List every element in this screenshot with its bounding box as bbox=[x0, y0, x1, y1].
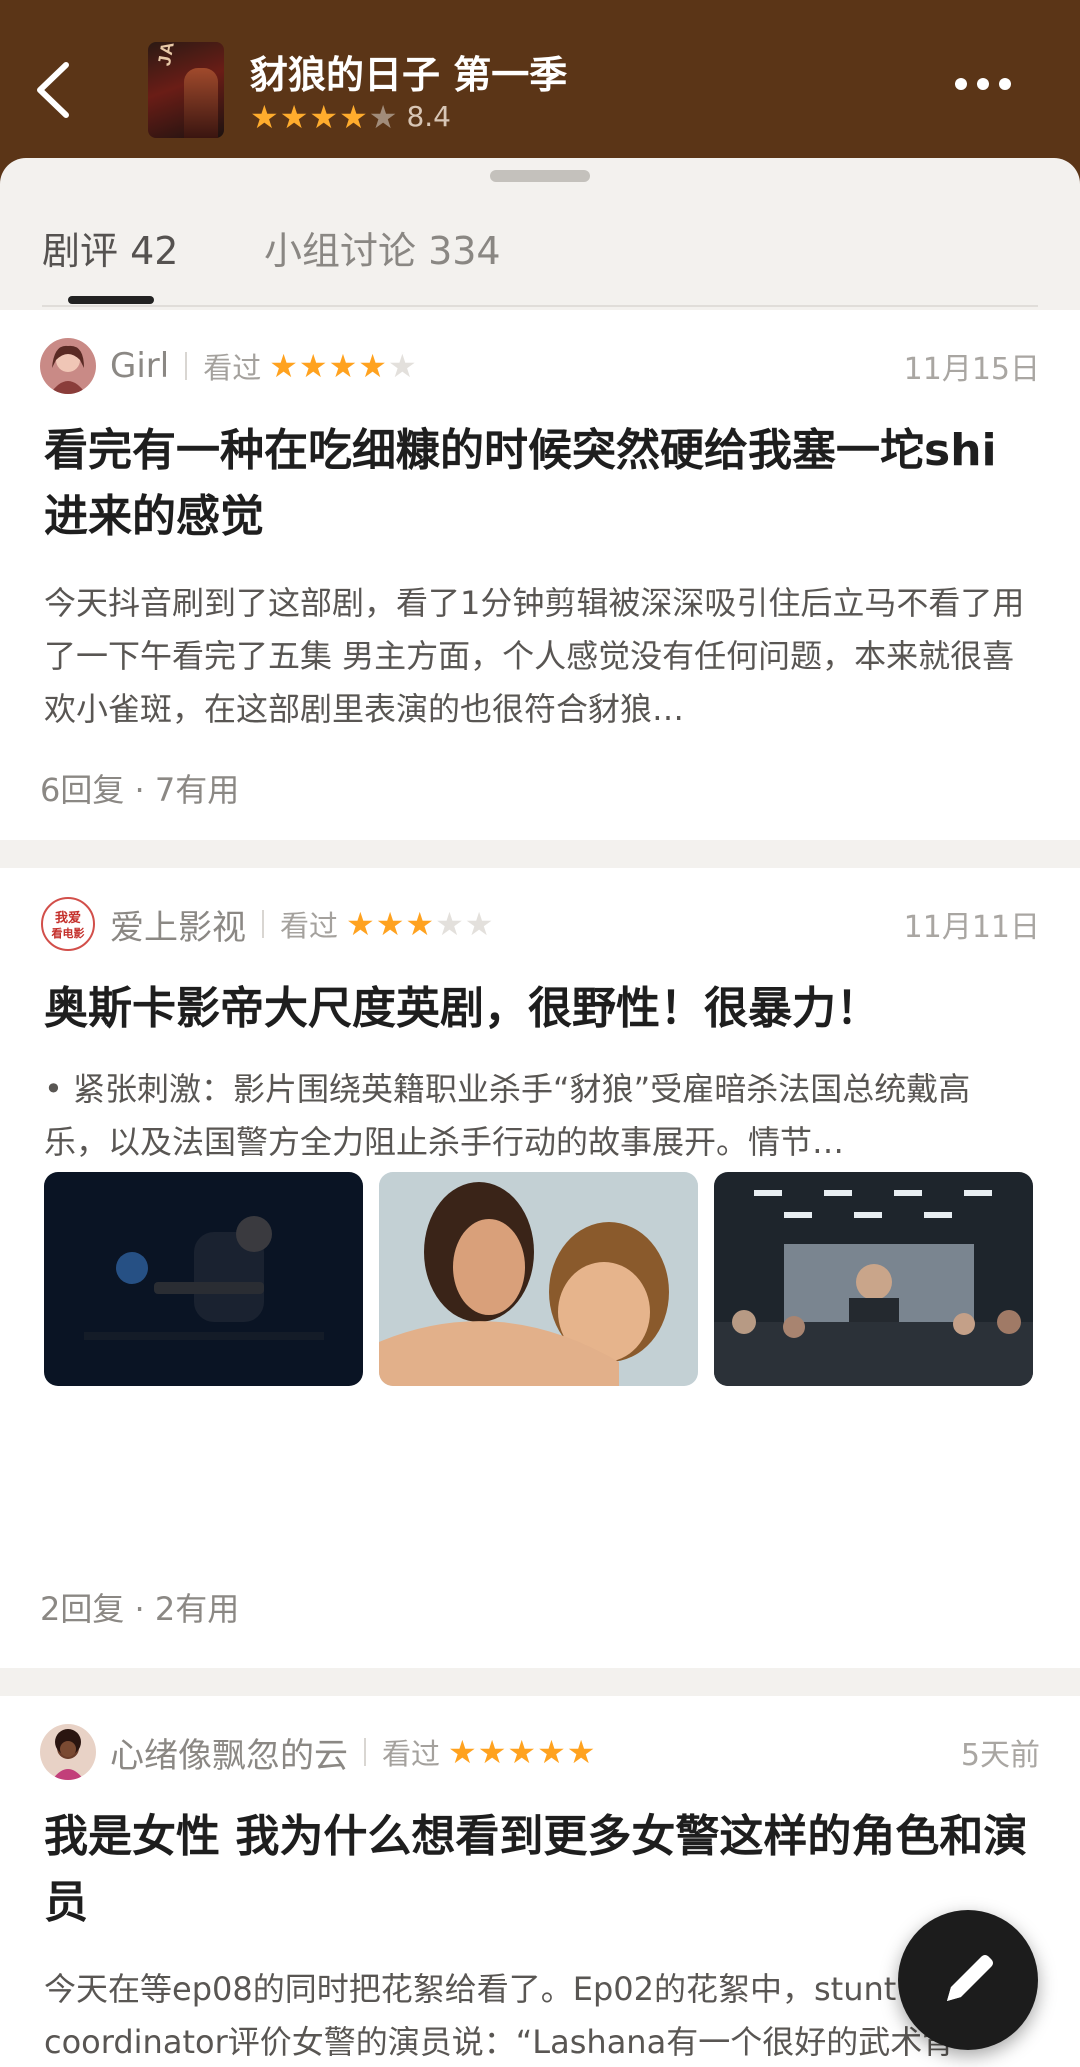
review-title[interactable]: 看完有一种在吃细糠的时候突然硬给我塞一坨shi进来的感觉 bbox=[44, 418, 1034, 550]
review-date: 11月15日 bbox=[903, 352, 1040, 387]
star-filled-icon: ★ bbox=[448, 1733, 477, 1771]
poster-figure bbox=[184, 68, 218, 138]
section-gap bbox=[0, 1668, 1080, 1696]
tab-bar: 剧评 42 小组讨论 334 bbox=[0, 158, 1080, 310]
tab-divider bbox=[42, 305, 1038, 307]
star-empty-icon: ★ bbox=[387, 347, 417, 385]
review-meta: Girl 看过 ★ ★ ★ ★ ★ 11月15日 bbox=[40, 338, 1040, 394]
svg-text:我爱: 我爱 bbox=[55, 910, 81, 926]
star-filled-icon: ★ bbox=[405, 905, 435, 943]
star-filled-icon: ★ bbox=[507, 1733, 537, 1771]
review-excerpt[interactable]: • 紧张刺激：影片围绕英籍职业杀手“豺狼”受雇暗杀法国总统戴高乐，以及法国警方全… bbox=[44, 1063, 1034, 1169]
poster-title-text: JACKAL bbox=[154, 42, 188, 68]
review-image[interactable] bbox=[44, 1172, 363, 1386]
review-stars: ★ ★ ★ ★ ★ bbox=[269, 350, 417, 382]
back-button[interactable] bbox=[30, 55, 80, 125]
pen-icon bbox=[947, 1955, 993, 2001]
review-stats[interactable]: 6回复 · 7有用 bbox=[40, 765, 239, 811]
more-dot-icon bbox=[955, 78, 967, 90]
watch-status: 看过 bbox=[203, 351, 262, 385]
review-excerpt[interactable]: 今天在等ep08的同时把花絮给看了。Ep02的花絮中，stunt coordin… bbox=[44, 1963, 1034, 2067]
divider bbox=[262, 910, 264, 938]
star-filled-icon: ★ bbox=[250, 97, 279, 136]
watch-status: 看过 bbox=[382, 1737, 441, 1771]
review-title[interactable]: 奥斯卡影帝大尺度英剧，很野性！很暴力！ bbox=[44, 976, 1034, 1042]
star-filled-icon: ★ bbox=[358, 347, 387, 385]
show-poster[interactable]: JACKAL bbox=[148, 42, 224, 138]
top-bar: JACKAL 豺狼的日子 第一季 ★★★★★ 8.4 bbox=[0, 0, 1080, 160]
tab-reviews[interactable]: 剧评 42 bbox=[42, 220, 178, 275]
review-stars: ★ ★ ★ ★ ★ bbox=[448, 1736, 596, 1768]
review-image-gallery bbox=[44, 1172, 1034, 1386]
review-stars: ★ ★ ★ ★ ★ bbox=[346, 908, 494, 940]
star-empty-icon: ★ bbox=[368, 97, 398, 136]
watch-status: 看过 bbox=[280, 909, 339, 943]
review-author[interactable]: Girl bbox=[110, 346, 169, 386]
star-filled-icon: ★ bbox=[566, 1733, 596, 1771]
star-filled-icon: ★ bbox=[298, 347, 328, 385]
more-dot-icon bbox=[977, 78, 989, 90]
review-date: 5天前 bbox=[960, 1738, 1040, 1773]
review-meta: 我爱 看电影 爱上影视 看过 ★ ★ ★ ★ ★ 11月11日 bbox=[40, 896, 1040, 952]
active-tab-indicator bbox=[68, 296, 154, 304]
chevron-left-icon bbox=[37, 62, 69, 118]
more-dot-icon bbox=[999, 78, 1011, 90]
star-filled-icon: ★ bbox=[328, 347, 358, 385]
tab-group-discussion[interactable]: 小组讨论 334 bbox=[264, 220, 501, 275]
review-excerpt[interactable]: 今天抖音刷到了这部剧，看了1分钟剪辑被深深吸引住后立马不看了用了一下午看完了五集… bbox=[44, 577, 1034, 736]
show-title[interactable]: 豺狼的日子 第一季 bbox=[250, 44, 567, 99]
rating-score: 8.4 bbox=[406, 100, 451, 133]
star-filled-icon: ★ bbox=[279, 97, 309, 136]
star-empty-icon: ★ bbox=[464, 905, 494, 943]
star-filled-icon: ★ bbox=[269, 347, 298, 385]
review-stats[interactable]: 2回复 · 2有用 bbox=[40, 1584, 239, 1630]
reviews-sheet: 剧评 42 小组讨论 334 Girl 看过 ★ ★ ★ ★ ★ 11月15日 看完有一… bbox=[0, 158, 1080, 2067]
show-rating: ★ ★ ★ ★ ★ 8.4 bbox=[250, 100, 451, 133]
star-filled-icon: ★ bbox=[339, 97, 368, 136]
review-author[interactable]: 心绪像飘忽的云 bbox=[110, 1728, 348, 1777]
star-empty-icon: ★ bbox=[435, 905, 464, 943]
star-filled-icon: ★ bbox=[375, 905, 405, 943]
review-card[interactable]: Girl 看过 ★ ★ ★ ★ ★ 11月15日 看完有一种在吃细糠的时候突然硬给我塞一… bbox=[0, 310, 1080, 840]
avatar[interactable] bbox=[40, 1724, 96, 1780]
star-filled-icon: ★ bbox=[477, 1733, 507, 1771]
review-meta: 心绪像飘忽的云 看过 ★ ★ ★ ★ ★ 5天前 bbox=[40, 1724, 1040, 1780]
review-image[interactable] bbox=[379, 1172, 698, 1386]
star-filled-icon: ★ bbox=[309, 97, 339, 136]
review-image[interactable] bbox=[714, 1172, 1033, 1386]
avatar[interactable]: 我爱 看电影 bbox=[40, 896, 96, 952]
review-date: 11月11日 bbox=[903, 910, 1040, 945]
divider bbox=[364, 1738, 366, 1766]
avatar[interactable] bbox=[40, 338, 96, 394]
svg-text:看电影: 看电影 bbox=[52, 926, 85, 940]
write-review-button[interactable] bbox=[898, 1910, 1038, 2050]
divider bbox=[185, 352, 188, 380]
rating-stars: ★ ★ ★ ★ ★ bbox=[250, 101, 398, 133]
section-gap bbox=[0, 840, 1080, 868]
review-author[interactable]: 爱上影视 bbox=[110, 900, 246, 949]
review-title[interactable]: 我是女性 我为什么想看到更多女警这样的角色和演员 bbox=[44, 1804, 1034, 1936]
more-button[interactable] bbox=[955, 78, 1021, 90]
star-filled-icon: ★ bbox=[346, 905, 375, 943]
star-filled-icon: ★ bbox=[537, 1733, 566, 1771]
